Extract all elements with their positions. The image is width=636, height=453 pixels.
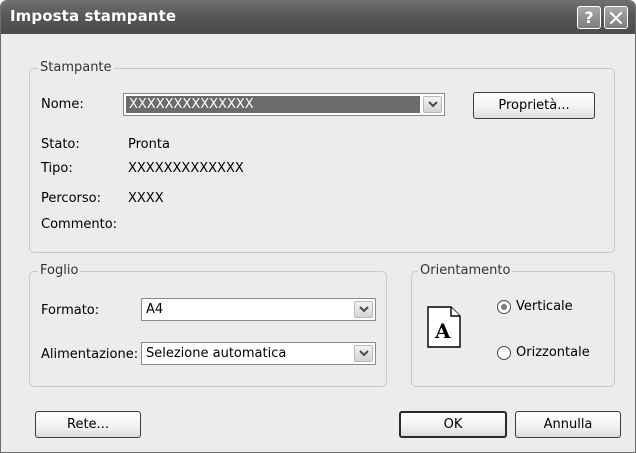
- help-button[interactable]: ?: [577, 6, 601, 29]
- close-button[interactable]: [604, 6, 628, 29]
- paper-source-dropdown-button[interactable]: [354, 345, 373, 362]
- status-value: Pronta: [128, 137, 170, 152]
- paper-source-select[interactable]: Selezione automatica: [141, 342, 376, 365]
- properties-button[interactable]: Proprietà...: [473, 92, 595, 119]
- paper-group: Foglio: [29, 263, 387, 387]
- portrait-label: Verticale: [516, 299, 573, 314]
- landscape-radio-row[interactable]: Orizzontale: [497, 343, 607, 363]
- paper-source-label: Alimentazione:: [41, 347, 139, 362]
- close-icon: [610, 11, 622, 24]
- printer-group-legend: Stampante: [38, 60, 114, 75]
- page-portrait-icon: A: [427, 306, 461, 348]
- printer-name-dropdown-button[interactable]: [423, 96, 442, 113]
- paper-group-legend: Foglio: [38, 263, 81, 278]
- path-value: XXXX: [128, 191, 164, 206]
- orientation-group-legend: Orientamento: [418, 263, 513, 278]
- cancel-button[interactable]: Annulla: [515, 411, 621, 438]
- radio-selected-dot: [501, 304, 507, 310]
- portrait-radio-row[interactable]: Verticale: [497, 297, 607, 317]
- printer-name-select[interactable]: XXXXXXXXXXXXXX: [123, 93, 445, 116]
- portrait-radio[interactable]: [497, 300, 511, 314]
- paper-size-value: A4: [146, 302, 164, 317]
- comment-label: Commento:: [41, 217, 118, 232]
- paper-size-label: Formato:: [41, 303, 100, 318]
- window-title: Imposta stampante: [10, 7, 177, 25]
- printer-name-value: XXXXXXXXXXXXXX: [129, 97, 254, 112]
- type-label: Tipo:: [41, 161, 73, 176]
- landscape-radio[interactable]: [497, 346, 511, 360]
- help-icon: ?: [584, 8, 594, 27]
- paper-source-value: Selezione automatica: [146, 346, 287, 361]
- network-button[interactable]: Rete...: [35, 411, 141, 438]
- chevron-down-icon: [358, 306, 369, 313]
- path-label: Percorso:: [41, 191, 101, 206]
- page-icon-letter: A: [434, 319, 451, 343]
- paper-size-dropdown-button[interactable]: [354, 301, 373, 318]
- print-setup-dialog: Imposta stampante ? Stampante Nome: XXXX…: [0, 0, 636, 453]
- paper-size-select[interactable]: A4: [141, 298, 376, 321]
- ok-button[interactable]: OK: [399, 411, 507, 438]
- chevron-down-icon: [427, 101, 438, 108]
- status-label: Stato:: [41, 137, 80, 152]
- chevron-down-icon: [358, 350, 369, 357]
- title-bar[interactable]: Imposta stampante ?: [1, 1, 635, 34]
- landscape-label: Orizzontale: [516, 345, 590, 360]
- type-value: XXXXXXXXXXXXX: [128, 161, 244, 176]
- printer-name-label: Nome:: [41, 97, 84, 112]
